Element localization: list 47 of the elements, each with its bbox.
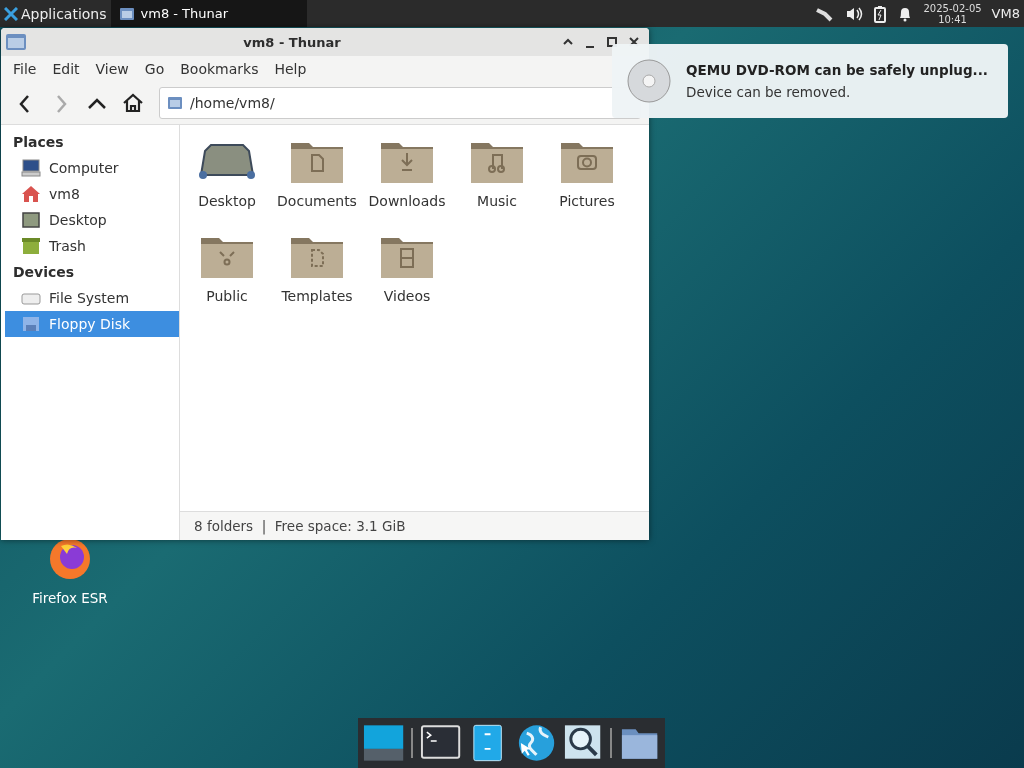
- xfce-icon: [4, 6, 18, 21]
- notification-title: QEMU DVD-ROM can be safely unplug...: [686, 62, 988, 78]
- floppy-icon: [21, 315, 41, 333]
- folder-item[interactable]: Templates: [272, 230, 362, 325]
- sidebar-item[interactable]: Computer: [5, 155, 179, 181]
- folder-icon: [118, 6, 135, 21]
- home-icon: [21, 185, 41, 203]
- menu-item[interactable]: Bookmarks: [172, 58, 267, 80]
- notification-body: Device can be removed.: [686, 84, 852, 100]
- desktop-icon: [21, 211, 41, 229]
- disc-icon: [626, 58, 672, 104]
- user-name[interactable]: VM8: [991, 6, 1020, 21]
- window-title: vm8 - Thunar: [242, 34, 342, 50]
- panel-date: 2025-02-05: [923, 2, 982, 14]
- volume-icon[interactable]: [845, 5, 864, 22]
- menu-item[interactable]: Edit: [44, 58, 88, 80]
- taskbar-button[interactable]: vm8 - Thunar: [110, 0, 307, 27]
- trash-icon: [21, 237, 41, 255]
- minimize-icon: [586, 46, 594, 48]
- menu-item[interactable]: View: [87, 58, 137, 80]
- battery-icon[interactable]: [873, 4, 888, 23]
- applications-menu[interactable]: Applications: [0, 0, 111, 27]
- folder-icon: [5, 33, 27, 51]
- folder-item[interactable]: Pictures: [542, 135, 632, 230]
- sidebar-item[interactable]: File System: [5, 285, 179, 311]
- folder-item[interactable]: Desktop: [182, 135, 272, 230]
- folder-icon: [167, 96, 183, 110]
- menu-item[interactable]: File: [5, 58, 45, 80]
- menu-item[interactable]: Go: [136, 58, 173, 80]
- computer-icon: [21, 159, 41, 177]
- folder-item[interactable]: Documents: [272, 135, 362, 230]
- home-icon: [122, 92, 144, 114]
- folder-item[interactable]: Downloads: [362, 135, 452, 230]
- sidebar-item[interactable]: Desktop: [5, 207, 179, 233]
- maximize-icon: [606, 36, 618, 48]
- folder-item[interactable]: Music: [452, 135, 542, 230]
- menu-item[interactable]: Help: [266, 58, 315, 80]
- sidebar-heading: Places: [12, 133, 65, 152]
- folder-item[interactable]: Public: [182, 230, 272, 325]
- folder-item[interactable]: Videos: [362, 230, 452, 325]
- location-field[interactable]: /home/vm8/: [159, 87, 641, 119]
- panel-time: 10:41: [938, 13, 967, 25]
- sidebar-item[interactable]: vm8: [5, 181, 179, 207]
- status-bar: 8 folders | Free space: 3.1 GiB: [180, 511, 649, 540]
- sidebar-heading: Devices: [12, 263, 76, 282]
- notification[interactable]: QEMU DVD-ROM can be safely unplug... Device can be removed.: [612, 44, 1008, 118]
- sidebar-item[interactable]: Trash: [5, 233, 179, 259]
